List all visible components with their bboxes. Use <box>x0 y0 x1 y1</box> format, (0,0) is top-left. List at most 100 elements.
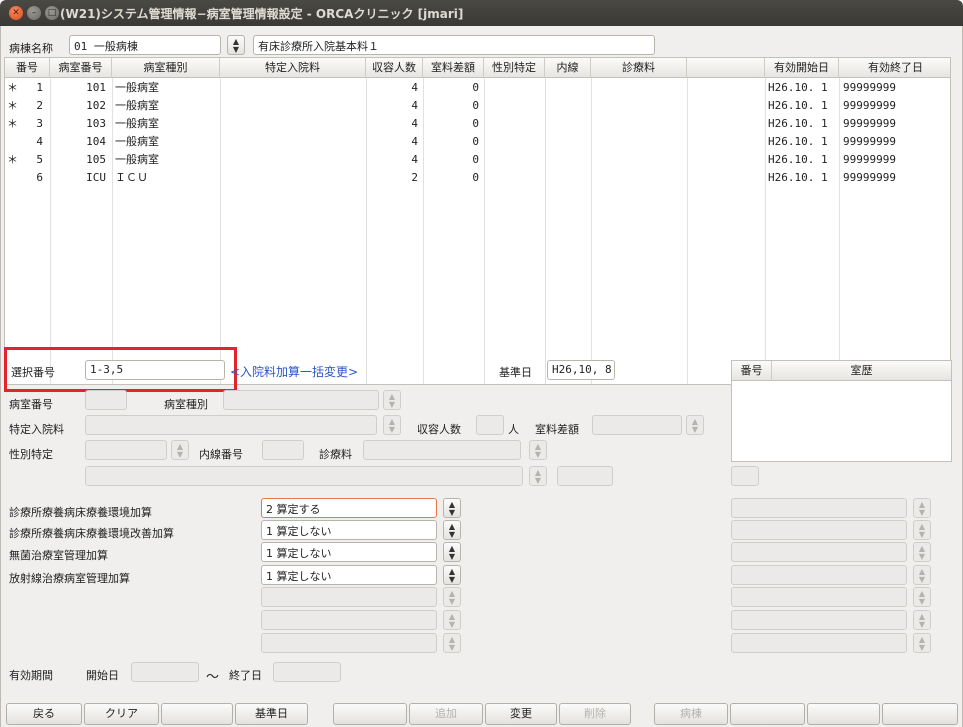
blank-button-1[interactable] <box>161 703 233 725</box>
ward-label: 病棟名称 <box>9 42 53 55</box>
change-button[interactable]: 変更 <box>485 703 557 725</box>
cell-fee <box>594 169 684 187</box>
back-button[interactable]: 戻る <box>6 703 82 725</box>
cell-start: H26.10. 1 <box>768 171 828 184</box>
selection-number-field[interactable]: 1-3,5 <box>85 360 225 380</box>
cell-sex <box>487 97 543 115</box>
special-fee-field <box>85 415 377 435</box>
cell-end: 99999999 <box>843 153 896 166</box>
col-number[interactable]: 番号 <box>5 58 50 78</box>
table-row[interactable]: ＊ 5 105 一般病室 4 0 H26.10. 1 99999999 <box>5 151 950 169</box>
clear-button[interactable]: クリア <box>84 703 159 725</box>
ward-button[interactable]: 病棟 <box>654 703 728 725</box>
table-row[interactable]: ＊ 3 103 一般病室 4 0 H26.10. 1 99999999 <box>5 115 950 133</box>
table-row[interactable]: 6 ICU ＩＣＵ 2 0 H26.10. 1 99999999 <box>5 169 950 187</box>
addition-label-1: 診療所療養病床療養環境加算 <box>9 506 152 519</box>
cell-capacity: 2 <box>411 171 418 184</box>
capacity-label: 収容人数 <box>417 423 461 436</box>
close-icon[interactable]: ✕ <box>9 6 23 20</box>
history-extra-field <box>731 466 759 486</box>
addition-select-4[interactable]: 1 算定しない <box>261 565 437 585</box>
room-history-pane[interactable]: 番号 室歴 <box>731 360 952 462</box>
cell-fee <box>594 97 684 115</box>
cell-fee <box>594 79 684 97</box>
col-sex[interactable]: 性別特定 <box>484 58 545 78</box>
addition-spin-2[interactable]: ▲ ▼ <box>443 520 461 540</box>
cell-diff: 0 <box>472 99 479 112</box>
addition-spin-3[interactable]: ▲ ▼ <box>443 542 461 562</box>
base-date-field[interactable]: H26,10, 8 <box>547 360 615 380</box>
cell-special <box>223 169 363 187</box>
col-start-date[interactable]: 有効開始日 <box>765 58 839 78</box>
right-spin-6: ▲ ▼ <box>913 610 931 630</box>
addition-spin-4[interactable]: ▲ ▼ <box>443 565 461 585</box>
maximize-icon[interactable]: □ <box>45 6 59 20</box>
blank-button-3[interactable] <box>730 703 805 725</box>
cell-sex <box>487 133 543 151</box>
addition-select-2[interactable]: 1 算定しない <box>261 520 437 540</box>
capacity-field <box>476 415 504 435</box>
cell-start: H26.10. 1 <box>768 153 828 166</box>
history-col-number: 番号 <box>732 361 772 381</box>
col-blank <box>687 58 765 78</box>
room-number-label: 病室番号 <box>9 398 53 411</box>
cell-capacity: 4 <box>411 117 418 130</box>
period-end-label: 終了日 <box>229 669 262 682</box>
room-diff-field <box>592 415 682 435</box>
history-col-history: 室歴 <box>850 364 873 377</box>
ward-select-field[interactable]: 01 一般病棟 <box>69 35 221 55</box>
table-row[interactable]: 4 104 一般病室 4 0 H26.10. 1 99999999 <box>5 133 950 151</box>
blank-button-5[interactable] <box>882 703 958 725</box>
bulk-change-link[interactable]: <入院料加算一括変更> <box>230 363 358 380</box>
blank-button-2[interactable] <box>333 703 407 725</box>
addition-spin-7: ▲ ▼ <box>443 633 461 653</box>
addition-select-5 <box>261 587 437 607</box>
cell-special <box>223 115 363 133</box>
addition-select-6 <box>261 610 437 630</box>
cell-diff: 0 <box>472 135 479 148</box>
base-date-button[interactable]: 基準日 <box>235 703 308 725</box>
col-special-fee[interactable]: 特定入院料 <box>220 58 366 78</box>
col-end-date[interactable]: 有効終了日 <box>839 58 950 78</box>
cell-diff: 0 <box>472 81 479 94</box>
col-medical-fee[interactable]: 診療料 <box>591 58 687 78</box>
right-select-1 <box>731 498 907 518</box>
medical-fee-field <box>363 440 521 460</box>
cell-special <box>223 151 363 169</box>
medical-fee-name-spin: ▲ ▼ <box>529 466 547 486</box>
cell-room: 105 <box>86 153 106 166</box>
room-table[interactable]: 番号 病室番号 病室種別 特定入院料 収容人数 室料差額 性別特定 内線 診療料… <box>4 57 951 385</box>
col-capacity[interactable]: 収容人数 <box>366 58 423 78</box>
col-room-number[interactable]: 病室番号 <box>50 58 112 78</box>
cell-type: 一般病室 <box>115 81 159 94</box>
room-diff-label: 室料差額 <box>535 423 579 436</box>
cell-no: 2 <box>36 99 43 112</box>
medical-fee-code-field <box>557 466 613 486</box>
room-number-field <box>85 390 127 410</box>
minimize-icon[interactable]: – <box>27 6 41 20</box>
cell-start: H26.10. 1 <box>768 99 828 112</box>
addition-spin-6: ▲ ▼ <box>443 610 461 630</box>
addition-select-1[interactable]: 2 算定する <box>261 498 437 518</box>
cell-ext <box>548 79 590 97</box>
addition-spin-1[interactable]: ▲ ▼ <box>443 498 461 518</box>
col-extension[interactable]: 内線 <box>545 58 591 78</box>
col-room-diff[interactable]: 室料差額 <box>423 58 484 78</box>
table-row[interactable]: ＊ 1 101 一般病室 4 0 H26.10. 1 99999999 <box>5 79 950 97</box>
cell-special <box>223 97 363 115</box>
cell-type: 一般病室 <box>115 135 159 148</box>
ward-spin-button[interactable]: ▲ ▼ <box>227 35 245 55</box>
cell-sex <box>487 79 543 97</box>
cell-capacity: 4 <box>411 81 418 94</box>
delete-button[interactable]: 削除 <box>559 703 631 725</box>
table-row[interactable]: ＊ 2 102 一般病室 4 0 H26.10. 1 99999999 <box>5 97 950 115</box>
col-room-type[interactable]: 病室種別 <box>112 58 220 78</box>
add-button[interactable]: 追加 <box>409 703 483 725</box>
right-spin-2: ▲ ▼ <box>913 520 931 540</box>
addition-label-2: 診療所療養病床療養環境改善加算 <box>9 527 174 540</box>
cell-capacity: 4 <box>411 135 418 148</box>
extension-field <box>262 440 304 460</box>
addition-select-3[interactable]: 1 算定しない <box>261 542 437 562</box>
blank-button-4[interactable] <box>807 703 880 725</box>
right-select-6 <box>731 610 907 630</box>
